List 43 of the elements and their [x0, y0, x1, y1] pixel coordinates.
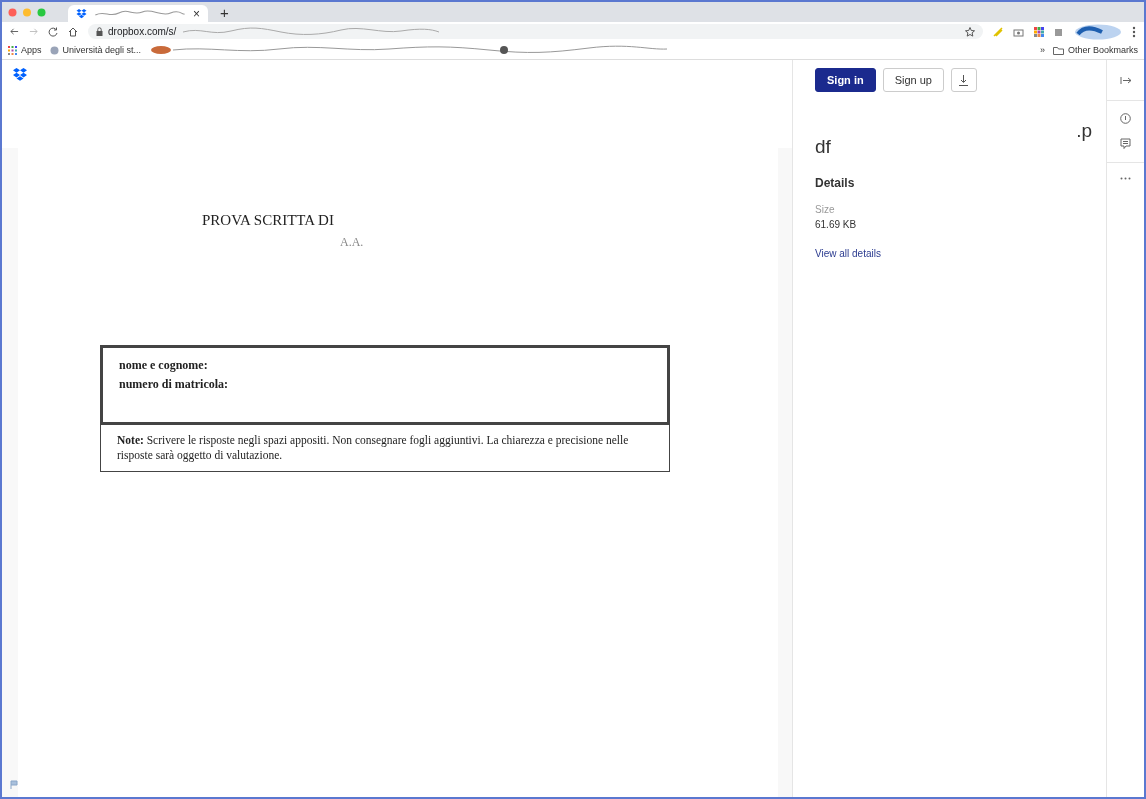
sign-up-button[interactable]: Sign up	[882, 68, 944, 92]
field-label: nome e cognome:	[119, 357, 209, 374]
extension-icon[interactable]	[1054, 26, 1064, 37]
more-options-icon[interactable]	[1120, 177, 1131, 180]
menu-icon[interactable]	[1132, 25, 1136, 38]
apps-grid-icon[interactable]	[1034, 26, 1044, 37]
details-heading: Details	[815, 176, 856, 190]
browser-tab[interactable]: ×	[68, 5, 208, 22]
new-tab-button[interactable]: +	[220, 3, 229, 21]
bookmark[interactable]: Università degli st...	[49, 45, 142, 55]
size-label: Size	[815, 204, 836, 215]
star-icon[interactable]	[965, 26, 975, 37]
camera-icon[interactable]	[1013, 26, 1024, 37]
dropbox-icon	[76, 8, 87, 19]
bookmark[interactable]: Apps	[8, 45, 42, 55]
download-button[interactable]	[951, 68, 977, 92]
file-name: df	[815, 136, 832, 158]
close-tab-button[interactable]: ×	[193, 6, 200, 21]
download-icon	[959, 74, 969, 86]
other-bookmarks-folder[interactable]: Other Bookmarks	[1052, 45, 1138, 55]
info-icon[interactable]	[1120, 113, 1131, 124]
academic-year-label: A.A.	[340, 235, 365, 250]
field-label: numero di matricola:	[119, 376, 230, 393]
home-icon[interactable]	[68, 26, 78, 37]
globe-icon	[49, 45, 59, 55]
collapse-panel-icon[interactable]	[1119, 75, 1132, 85]
reload-icon[interactable]	[48, 26, 58, 37]
url-text: dropbox.com/s/	[108, 26, 177, 37]
file-name: .p	[1075, 120, 1092, 142]
document-title: PROVA SCRITTA DI	[202, 212, 335, 229]
back-icon[interactable]	[10, 27, 19, 36]
size-value: 61.69 KB	[815, 219, 858, 230]
note-text: Note: Scrivere le risposte negli spazi appositi. Non consegnare fogli aggiuntivi. La chiarezza e precisione nelle risposte sarà oggetto di valutazione.	[117, 434, 629, 461]
address-bar[interactable]: dropbox.com/s/	[88, 24, 983, 39]
lock-icon	[96, 27, 103, 36]
apps-grid-icon	[8, 45, 17, 55]
more-bookmarks-button[interactable]: »	[1039, 45, 1045, 55]
profile-avatar-drawing[interactable]	[1074, 23, 1122, 40]
dropbox-logo-icon[interactable]	[12, 68, 28, 82]
sign-in-button[interactable]: Sign in	[815, 68, 876, 92]
view-all-details-link[interactable]: View all details	[815, 248, 881, 259]
folder-icon	[1052, 45, 1064, 55]
comment-icon[interactable]	[1120, 138, 1131, 150]
